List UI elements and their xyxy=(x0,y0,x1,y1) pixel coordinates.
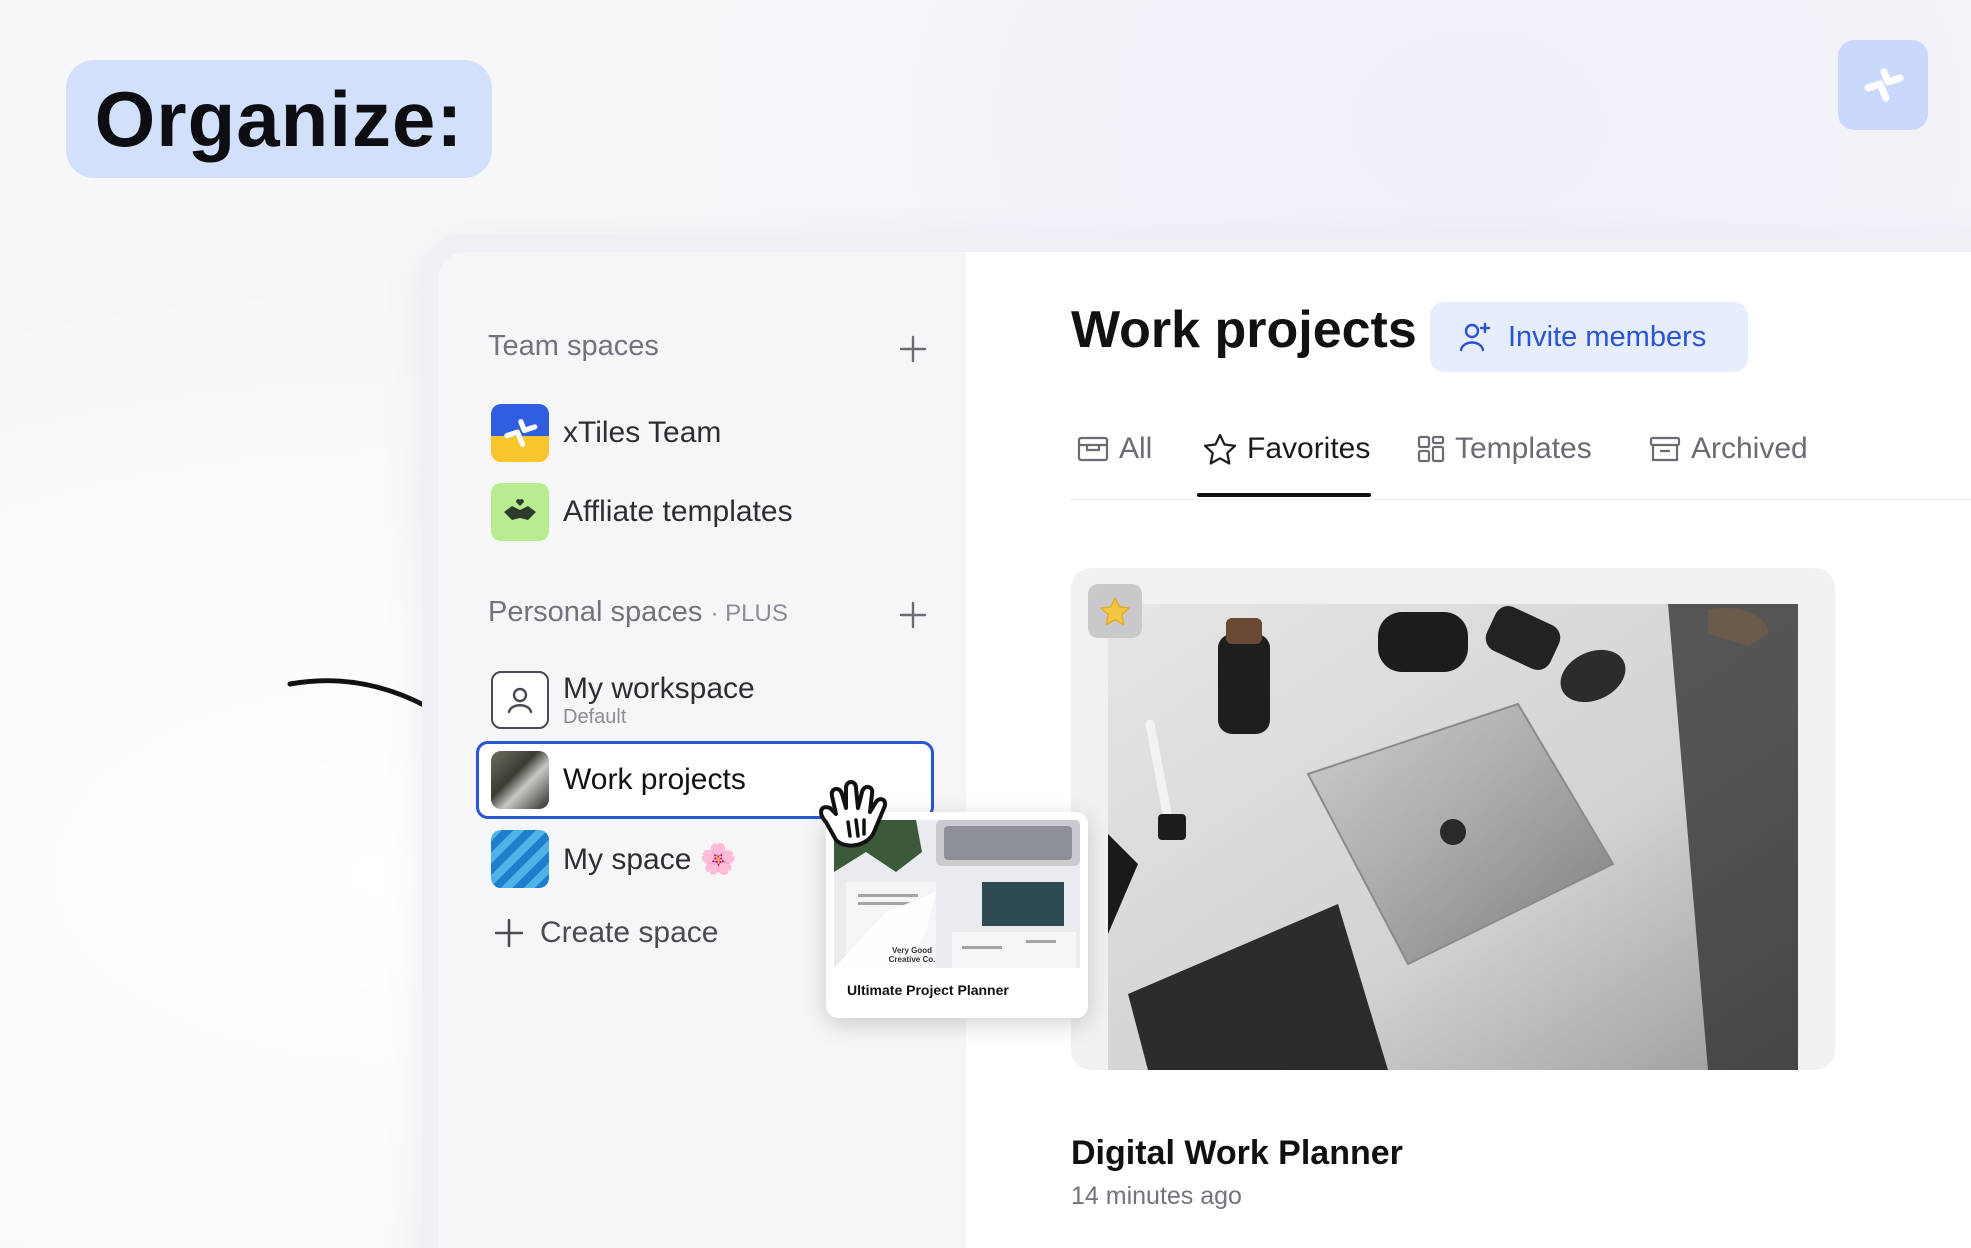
add-team-space-button[interactable] xyxy=(896,332,930,366)
blue-waves-icon xyxy=(491,830,549,888)
plan-tier-badge: · PLUS xyxy=(710,600,788,627)
template-tiny-text: Very Good Creative Co. xyxy=(888,946,936,964)
sidebar-item-my-space[interactable]: My space 🌸 xyxy=(491,829,737,889)
sidebar-item-label: My space 🌸 xyxy=(563,842,738,876)
default-label: Default xyxy=(563,705,627,728)
tab-bar: All Favorites Templates Archived xyxy=(1071,420,1971,500)
plus-icon xyxy=(494,918,524,948)
archive-icon xyxy=(1649,436,1681,462)
plus-icon xyxy=(899,601,927,629)
active-tab-indicator xyxy=(1197,493,1371,497)
sidebar-item-affliate-templates[interactable]: Affliate templates xyxy=(491,482,793,542)
grab-hand-cursor-icon xyxy=(819,780,887,848)
add-user-icon xyxy=(1459,322,1491,352)
invite-members-label: Invite members xyxy=(1508,320,1707,353)
handshake-icon xyxy=(491,483,549,541)
organize-heading: Organize: xyxy=(66,60,492,178)
desk-photo-icon xyxy=(491,751,549,809)
invite-members-button[interactable]: Invite members xyxy=(1430,302,1748,372)
tab-favorites[interactable]: Favorites xyxy=(1203,432,1370,466)
organize-heading-text: Organize: xyxy=(94,74,464,163)
create-space-label: Create space xyxy=(540,916,719,949)
personal-spaces-label: Personal spaces · PLUS xyxy=(488,596,788,628)
sidebar-item-label: xTiles Team xyxy=(563,416,722,449)
user-icon xyxy=(491,671,549,729)
tab-archived[interactable]: Archived xyxy=(1649,432,1808,466)
tab-label: Templates xyxy=(1455,432,1592,465)
sidebar-item-xtiles-team[interactable]: xTiles Team xyxy=(491,403,721,463)
tab-label: Favorites xyxy=(1247,432,1371,465)
sidebar-item-label: My workspace xyxy=(563,671,755,705)
grid-icon xyxy=(1417,435,1445,463)
sidebar-item-my-workspace[interactable]: My workspace Default xyxy=(491,668,755,732)
add-personal-space-button[interactable] xyxy=(896,598,930,632)
sidebar-item-label: Affliate templates xyxy=(563,495,793,528)
xtiles-logo-icon xyxy=(491,404,549,462)
document-timestamp: 14 minutes ago xyxy=(1071,1182,1242,1210)
sidebar-item-label: Work projects xyxy=(563,763,746,796)
plus-icon xyxy=(899,335,927,363)
template-title: Ultimate Project Planner xyxy=(847,982,1009,998)
laptop-desk-photo xyxy=(1108,604,1798,1070)
xtiles-logo xyxy=(1838,40,1928,130)
document-title[interactable]: Digital Work Planner xyxy=(1071,1134,1403,1173)
tab-label: Archived xyxy=(1691,432,1808,465)
team-spaces-label: Team spaces xyxy=(488,330,659,362)
tab-all[interactable]: All xyxy=(1077,432,1152,466)
sidebar-item-work-projects[interactable]: Work projects xyxy=(491,750,746,810)
tab-label: All xyxy=(1119,432,1153,465)
document-cover-image xyxy=(1108,604,1798,1070)
create-space-button[interactable]: Create space xyxy=(494,916,718,950)
favorite-star-icon[interactable] xyxy=(1088,584,1142,638)
star-icon xyxy=(1203,433,1237,465)
inbox-icon xyxy=(1077,436,1109,462)
tab-templates[interactable]: Templates xyxy=(1417,432,1592,466)
xtiles-logo-icon xyxy=(1864,68,1904,102)
page-title: Work projects xyxy=(1071,301,1417,359)
